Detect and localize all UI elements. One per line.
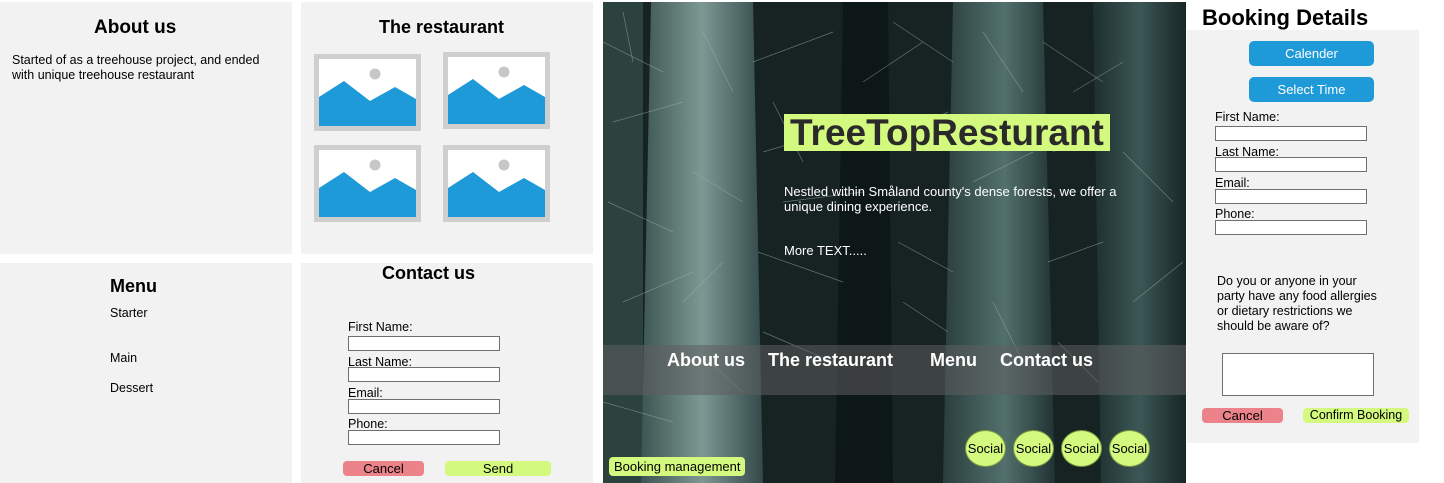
about-text: Started of as a treehouse project, and e… (12, 53, 260, 82)
allergy-question-text: Do you or anyone in your party have any … (1217, 274, 1377, 333)
booking-email-label: Email: (1215, 176, 1250, 190)
booking-phone-input[interactable] (1215, 220, 1367, 235)
social-button-3[interactable]: Social (1061, 430, 1102, 467)
contact-title: Contact us (382, 263, 476, 283)
booking-first-name-input[interactable] (1215, 126, 1367, 141)
restaurant-name-title: TreeTopResturant (784, 114, 1110, 151)
contact-send-button[interactable]: Send (445, 461, 551, 476)
main-nav-bar: About us The restaurant Menu Contact us (603, 345, 1186, 395)
contact-phone-label: Phone: (348, 417, 388, 431)
social-button-2[interactable]: Social (1013, 430, 1054, 467)
booking-cancel-button[interactable]: Cancel (1202, 408, 1283, 423)
menu-item-main[interactable]: Main (110, 351, 137, 366)
select-time-button[interactable]: Select Time (1249, 77, 1374, 102)
menu-item-starter[interactable]: Starter (110, 306, 148, 321)
forest-background-image (603, 2, 1186, 483)
booking-management-button[interactable]: Booking management (609, 457, 746, 476)
allergy-textarea[interactable] (1222, 353, 1374, 396)
contact-cancel-button[interactable]: Cancel (343, 461, 424, 476)
about-panel: About us Started of as a treehouse proje… (0, 2, 292, 254)
social-button-1[interactable]: Social (965, 430, 1006, 467)
contact-email-label: Email: (348, 386, 383, 400)
booking-last-name-input[interactable] (1215, 157, 1367, 172)
image-placeholder-icon (443, 145, 550, 222)
booking-title: Booking Details (1202, 5, 1369, 30)
image-placeholder-icon (314, 145, 421, 222)
menu-item-dessert[interactable]: Dessert (110, 381, 153, 396)
confirm-booking-button[interactable]: Confirm Booking (1303, 408, 1409, 423)
contact-email-input[interactable] (348, 399, 500, 414)
restaurant-title: The restaurant (379, 17, 505, 37)
nav-the-restaurant[interactable]: The restaurant (768, 350, 893, 371)
contact-first-name-input[interactable] (348, 336, 500, 351)
contact-first-name-label: First Name: (348, 320, 413, 334)
calendar-button[interactable]: Calender (1249, 41, 1374, 66)
booking-first-name-label: First Name: (1215, 110, 1280, 124)
booking-panel: Calender Select Time First Name: Last Na… (1187, 30, 1419, 443)
nav-menu[interactable]: Menu (930, 350, 977, 371)
hero-section: TreeTopResturant Nestled within Småland … (603, 2, 1186, 483)
about-title: About us (94, 17, 177, 38)
image-placeholder-icon (314, 54, 421, 131)
nav-contact-us[interactable]: Contact us (1000, 350, 1093, 371)
contact-last-name-input[interactable] (348, 367, 500, 382)
menu-panel: Menu Starter Main Dessert (0, 263, 292, 483)
social-button-4[interactable]: Social (1109, 430, 1150, 467)
hero-more-text: More TEXT..... (784, 243, 867, 258)
nav-about-us[interactable]: About us (667, 350, 745, 371)
hero-description: Nestled within Småland county's dense fo… (784, 184, 1117, 214)
booking-email-input[interactable] (1215, 189, 1367, 204)
restaurant-panel: The restaurant (301, 2, 593, 254)
contact-phone-input[interactable] (348, 430, 500, 445)
booking-phone-label: Phone: (1215, 207, 1255, 221)
contact-panel: Contact us First Name: Last Name: Email:… (301, 263, 593, 483)
menu-title: Menu (110, 276, 157, 296)
image-placeholder-icon (443, 52, 550, 129)
